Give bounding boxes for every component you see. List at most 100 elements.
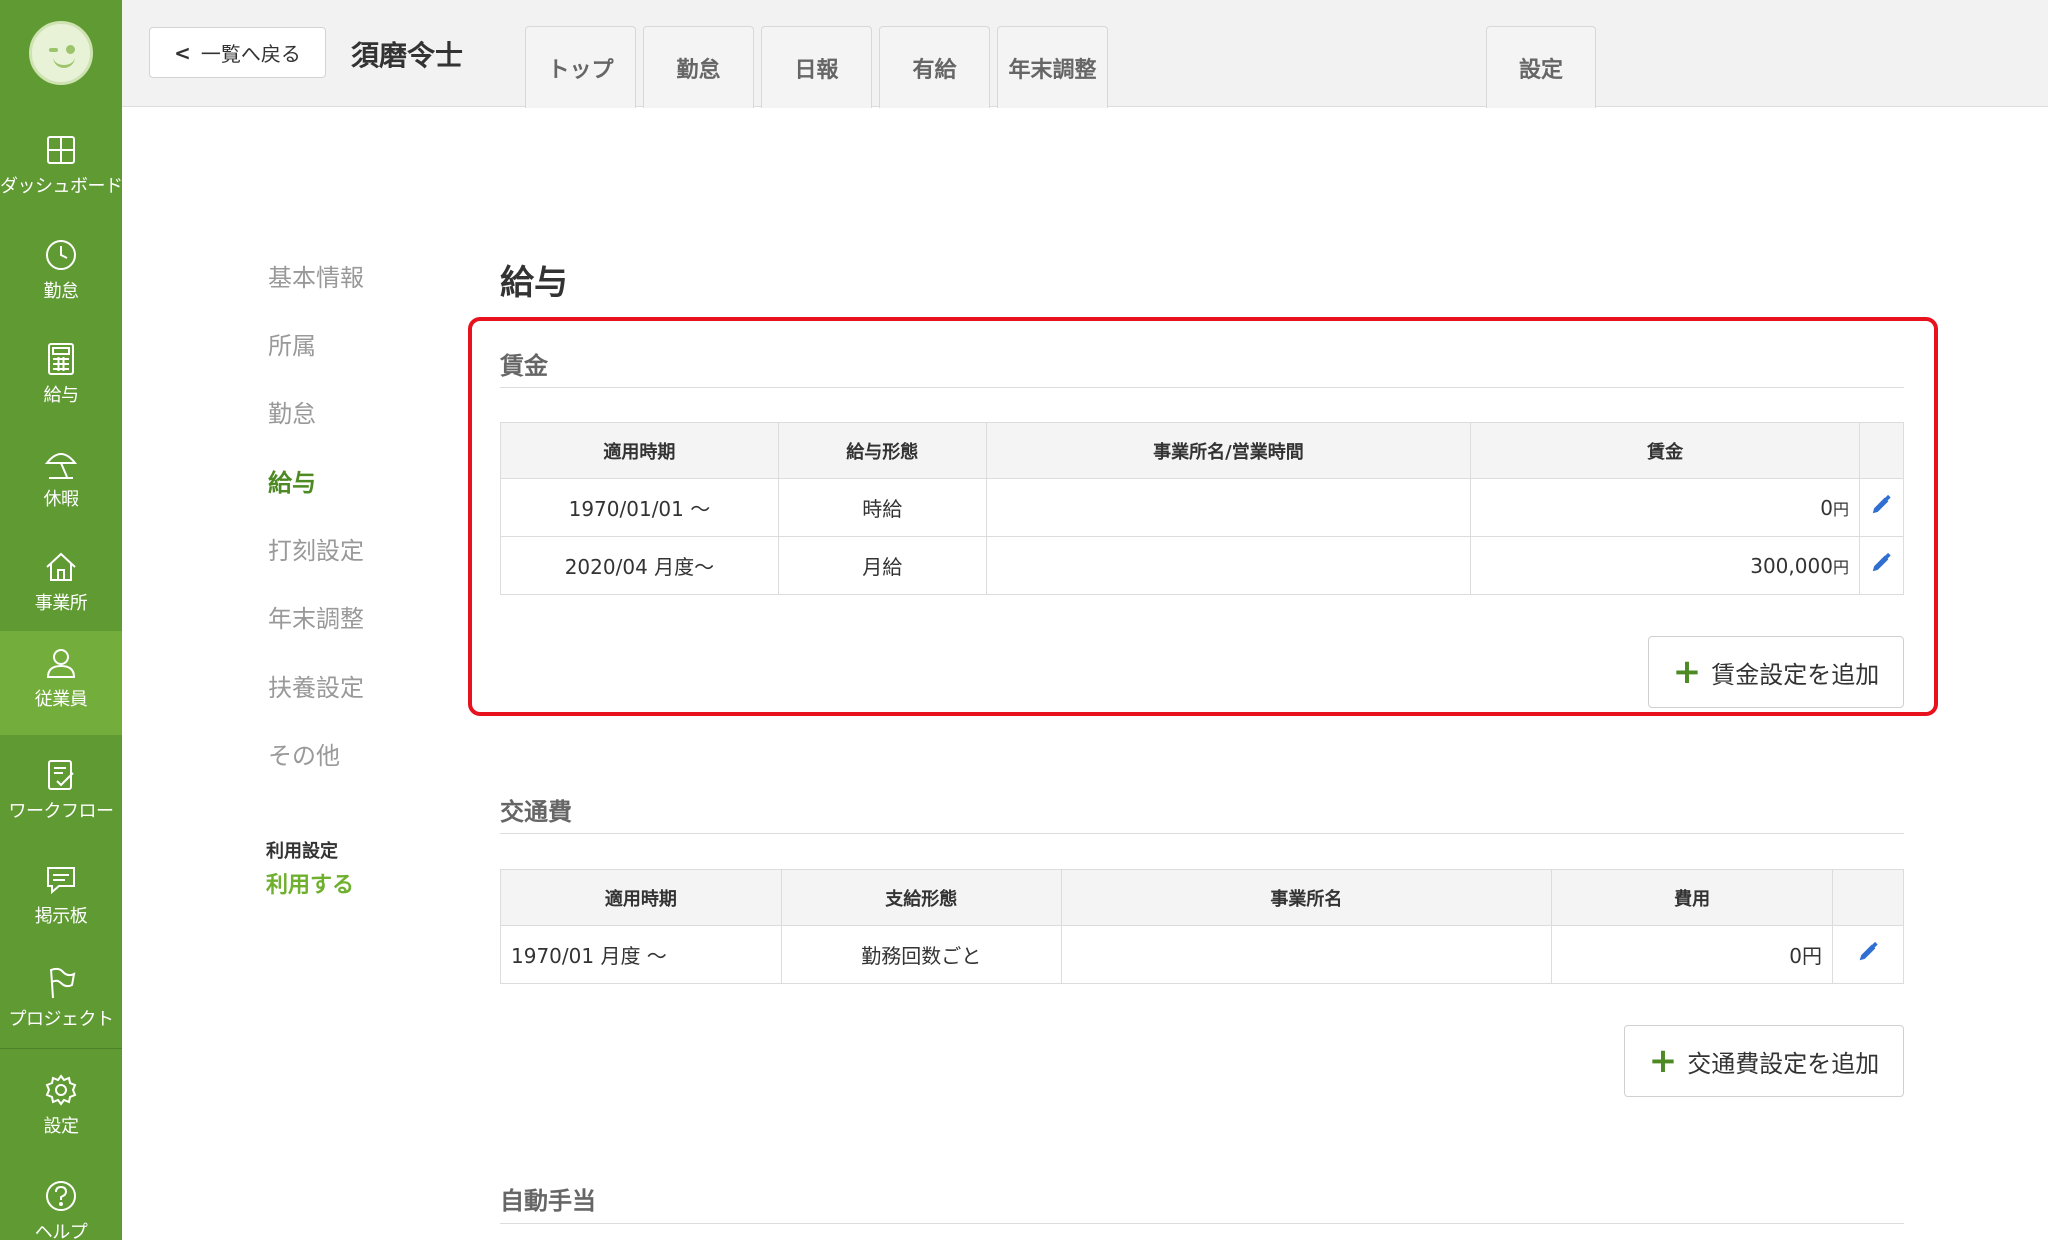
sidebar-item-label: ワークフロー (8, 801, 115, 822)
sidebar-item-dashboard[interactable]: ダッシュボード (0, 118, 123, 222)
table-row: 1970/01/01 〜 時給 0円 (500, 478, 1905, 537)
add-wage-label: 賃金設定を追加 (1711, 660, 1880, 689)
sidebar-item-label: 事業所 (34, 593, 88, 614)
wage-cell: 0円 (1470, 478, 1860, 537)
commute-table: 適用時期 支給形態 事業所名 費用 1970/01 月度 〜 勤務回数ごと 0円 (500, 869, 1905, 984)
tab-label: 勤怠 (676, 57, 721, 83)
tab-top[interactable]: トップ (525, 26, 636, 108)
back-button-label: 一覧へ戻る (200, 42, 301, 66)
edit-cell[interactable] (1858, 478, 1905, 537)
office-cell (1060, 925, 1553, 984)
period-cell: 2020/04 月度〜 (500, 536, 779, 595)
app-logo-icon[interactable] (29, 21, 93, 85)
tab-label: トップ (547, 57, 614, 83)
column-header: 事業所名/営業時間 (985, 422, 1472, 479)
wage-table: 適用時期 給与形態 事業所名/営業時間 賃金 1970/01/01 〜 時給 0… (500, 422, 1905, 595)
wage-amount: 300,000 (1750, 553, 1833, 578)
usage-setting-value[interactable]: 利用する (266, 867, 354, 899)
allowance-section-title: 自動手当 (500, 1187, 596, 1215)
office-cell (985, 536, 1472, 595)
chevron-left-icon: < (174, 40, 191, 65)
sidebar-item-label: 従業員 (34, 689, 88, 710)
commute-section-title: 交通費 (500, 798, 572, 826)
payment-type-cell: 勤務回数ごと (780, 925, 1062, 984)
sidebar-item-office[interactable]: 事業所 (0, 535, 122, 639)
sidebar-item-workflow[interactable]: ワークフロー (0, 743, 122, 847)
commute-section-divider (500, 833, 1904, 834)
sidebar-item-label: 設定 (43, 1116, 80, 1137)
person-icon (46, 649, 76, 678)
column-header: 給与形態 (777, 422, 987, 479)
tab-settings[interactable]: 設定 (1486, 26, 1596, 108)
pencil-edit-icon[interactable] (1857, 941, 1879, 963)
sidebar-item-label: 給与 (43, 385, 80, 406)
cost-cell: 0円 (1551, 925, 1833, 984)
wage-cell: 300,000円 (1470, 536, 1860, 595)
flag-icon (50, 967, 76, 999)
submenu-basic-info[interactable]: 基本情報 (268, 258, 364, 293)
sidebar-item-label: ヘルプ (34, 1222, 88, 1240)
sidebar-item-board[interactable]: 掲示板 (0, 848, 122, 952)
usage-setting-label: 利用設定 (266, 841, 338, 862)
home-icon (46, 552, 76, 581)
submenu-year-end[interactable]: 年末調整 (268, 599, 364, 634)
add-commute-setting-button[interactable]: + 交通費設定を追加 (1624, 1025, 1904, 1097)
wage-section-divider (500, 387, 1904, 388)
sidebar-item-settings[interactable]: 設定 (0, 1058, 122, 1162)
sidebar-item-label: ダッシュボード (0, 176, 123, 197)
dashboard-icon (47, 136, 75, 164)
submenu-affiliation[interactable]: 所属 (268, 326, 316, 361)
table-row: 2020/04 月度〜 月給 300,000円 (500, 536, 1905, 595)
column-header: 費用 (1551, 869, 1833, 926)
tab-label: 日報 (794, 57, 839, 83)
sidebar-item-leave[interactable]: 休暇 (0, 431, 122, 535)
table-row: 1970/01 月度 〜 勤務回数ごと 0円 (500, 925, 1905, 984)
tab-year-end-adjustment[interactable]: 年末調整 (997, 26, 1108, 108)
pencil-edit-icon[interactable] (1870, 552, 1892, 574)
edit-cell[interactable] (1858, 536, 1905, 595)
column-header: 適用時期 (500, 869, 782, 926)
submenu-dependents[interactable]: 扶養設定 (268, 668, 364, 703)
pencil-edit-icon[interactable] (1870, 494, 1892, 516)
tab-label: 設定 (1518, 57, 1563, 83)
page-title: 給与 (500, 263, 568, 303)
wage-amount: 0 (1820, 495, 1833, 520)
sidebar-item-attendance[interactable]: 勤怠 (0, 223, 122, 327)
submenu-payroll[interactable]: 給与 (268, 463, 316, 498)
employee-name: 須磨令士 (351, 39, 464, 72)
period-cell: 1970/01/01 〜 (500, 478, 779, 537)
sidebar-item-payroll[interactable]: 給与 (0, 327, 122, 431)
tab-attendance[interactable]: 勤怠 (643, 26, 754, 108)
edit-cell[interactable] (1831, 925, 1905, 984)
sidebar-item-label: 勤怠 (43, 281, 80, 302)
checklist-icon (48, 760, 74, 790)
chat-icon (47, 867, 75, 895)
back-to-list-button[interactable]: < 一覧へ戻る (149, 27, 326, 78)
allowance-section-divider (500, 1223, 1904, 1224)
office-cell (985, 478, 1472, 537)
submenu-other[interactable]: その他 (268, 736, 340, 771)
main-sidebar: ダッシュボード 勤怠 給与 休暇 事業所 従業員 ワークフロー 掲示板 プロジェ… (0, 0, 123, 1240)
sidebar-item-label: プロジェクト (8, 1009, 115, 1030)
column-header: 事業所名 (1060, 869, 1553, 926)
yen-unit: 円 (1832, 499, 1849, 519)
column-header (1831, 869, 1905, 926)
table-header-row: 適用時期 給与形態 事業所名/営業時間 賃金 (500, 422, 1905, 479)
column-header (1858, 422, 1905, 479)
sidebar-divider (0, 1048, 122, 1049)
sidebar-item-project[interactable]: プロジェクト (0, 951, 122, 1055)
add-wage-setting-button[interactable]: + 賃金設定を追加 (1648, 636, 1904, 708)
employee-header: < 一覧へ戻る 須磨令士 トップ 勤怠 日報 有給 年末調整 設定 (122, 0, 2048, 108)
sidebar-item-employees[interactable]: 従業員 (0, 631, 122, 735)
tab-daily-report[interactable]: 日報 (761, 26, 872, 108)
submenu-attendance[interactable]: 勤怠 (268, 394, 316, 429)
sidebar-item-label: 掲示板 (34, 906, 88, 927)
column-header: 支給形態 (780, 869, 1062, 926)
tab-paid-leave[interactable]: 有給 (879, 26, 990, 108)
sidebar-item-help[interactable]: ヘルプ (0, 1164, 122, 1240)
submenu-punch-settings[interactable]: 打刻設定 (268, 531, 364, 566)
clock-icon (46, 240, 76, 270)
pay-type-cell: 月給 (777, 536, 987, 595)
calculator-icon (48, 343, 74, 375)
plus-icon: + (1648, 1041, 1678, 1081)
